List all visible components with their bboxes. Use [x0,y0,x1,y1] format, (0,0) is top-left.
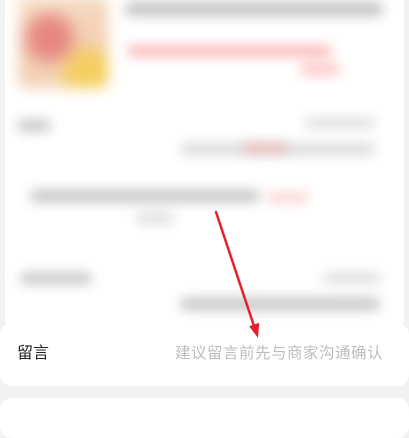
message-row: 留言 [0,323,409,386]
next-section-card [0,398,409,438]
blurred-product-image [18,0,108,88]
blurred-product-title [125,2,383,16]
message-label: 留言 [17,343,50,362]
blurred-row-label [20,273,92,284]
blurred-row-value [135,213,175,223]
blurred-price-line [127,46,332,56]
blurred-row-label [17,120,51,131]
message-input[interactable] [143,340,383,366]
blurred-row-highlight [267,193,309,202]
blurred-row-value [323,273,381,283]
blurred-price-tag [300,62,340,76]
blurred-row-value [305,118,375,128]
blurred-row-value [180,298,380,310]
blurred-row-highlight [243,143,288,153]
blurred-row-label [30,190,260,202]
blurred-order-card [5,0,404,333]
